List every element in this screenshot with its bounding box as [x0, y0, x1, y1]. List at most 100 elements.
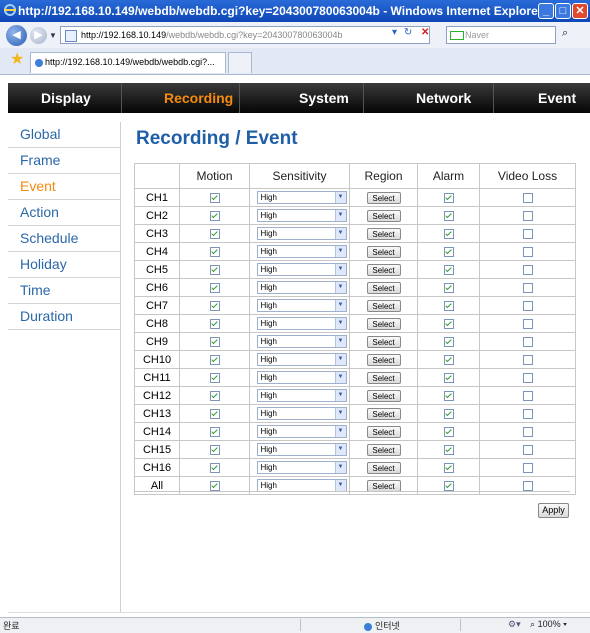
alarm-checkbox[interactable] [443, 282, 454, 293]
menu-system[interactable]: System [299, 83, 349, 113]
region-select-button[interactable]: Select [366, 191, 401, 204]
alarm-checkbox[interactable] [443, 444, 454, 455]
region-select-button[interactable]: Select [366, 479, 401, 492]
motion-checkbox[interactable] [209, 264, 220, 275]
apply-button[interactable]: Apply [538, 503, 569, 518]
sensitivity-select[interactable]: High ▼ [256, 461, 347, 474]
video-loss-checkbox[interactable] [522, 300, 533, 311]
sensitivity-select[interactable]: High ▼ [256, 443, 347, 456]
motion-checkbox[interactable] [209, 354, 220, 365]
menu-display[interactable]: Display [41, 83, 91, 113]
motion-checkbox[interactable] [209, 462, 220, 473]
sensitivity-select[interactable]: High ▼ [256, 191, 347, 204]
maximize-button[interactable]: □ [555, 3, 571, 19]
sidebar-item-duration[interactable]: Duration [8, 304, 120, 330]
motion-checkbox[interactable] [209, 318, 220, 329]
alarm-checkbox[interactable] [443, 246, 454, 257]
motion-checkbox[interactable] [209, 336, 220, 347]
video-loss-checkbox[interactable] [522, 354, 533, 365]
sensitivity-select[interactable]: High ▼ [256, 335, 347, 348]
motion-checkbox[interactable] [209, 192, 220, 203]
motion-checkbox[interactable] [209, 300, 220, 311]
region-select-button[interactable]: Select [366, 227, 401, 240]
sensitivity-select[interactable]: High ▼ [256, 371, 347, 384]
stop-icon[interactable]: ✕ [421, 27, 429, 38]
sidebar-item-time[interactable]: Time [8, 278, 120, 304]
sensitivity-select[interactable]: High ▼ [256, 227, 347, 240]
alarm-checkbox[interactable] [443, 210, 454, 221]
motion-checkbox[interactable] [209, 372, 220, 383]
sidebar-item-action[interactable]: Action [8, 200, 120, 226]
motion-checkbox[interactable] [209, 408, 220, 419]
sensitivity-select[interactable]: High ▼ [256, 245, 347, 258]
back-button[interactable]: ◀ [6, 25, 27, 46]
sensitivity-select[interactable]: High ▼ [256, 389, 347, 402]
alarm-checkbox[interactable] [443, 480, 454, 491]
sidebar-item-schedule[interactable]: Schedule [8, 226, 120, 252]
address-bar[interactable]: http://192.168.10.149/webdb/webdb.cgi?ke… [60, 26, 430, 44]
motion-checkbox[interactable] [209, 480, 220, 491]
region-select-button[interactable]: Select [366, 281, 401, 294]
video-loss-checkbox[interactable] [522, 318, 533, 329]
sensitivity-select[interactable]: High ▼ [256, 263, 347, 276]
alarm-checkbox[interactable] [443, 426, 454, 437]
region-select-button[interactable]: Select [366, 317, 401, 330]
sidebar-item-frame[interactable]: Frame [8, 148, 120, 174]
video-loss-checkbox[interactable] [522, 426, 533, 437]
history-dropdown-icon[interactable]: ▼ [49, 31, 57, 40]
alarm-checkbox[interactable] [443, 264, 454, 275]
sensitivity-select[interactable]: High ▼ [256, 407, 347, 420]
video-loss-checkbox[interactable] [522, 192, 533, 203]
alarm-checkbox[interactable] [443, 336, 454, 347]
region-select-button[interactable]: Select [366, 245, 401, 258]
motion-checkbox[interactable] [209, 246, 220, 257]
region-select-button[interactable]: Select [366, 443, 401, 456]
motion-checkbox[interactable] [209, 444, 220, 455]
motion-checkbox[interactable] [209, 228, 220, 239]
menu-event[interactable]: Event [538, 83, 576, 113]
video-loss-checkbox[interactable] [522, 282, 533, 293]
minimize-button[interactable]: _ [538, 3, 554, 19]
refresh-icon[interactable]: ↻ [404, 27, 412, 38]
alarm-checkbox[interactable] [443, 408, 454, 419]
favorites-star-icon[interactable]: ★ [10, 52, 24, 68]
region-select-button[interactable]: Select [366, 263, 401, 276]
motion-checkbox[interactable] [209, 282, 220, 293]
video-loss-checkbox[interactable] [522, 444, 533, 455]
sensitivity-select[interactable]: High ▼ [256, 299, 347, 312]
motion-checkbox[interactable] [209, 390, 220, 401]
video-loss-checkbox[interactable] [522, 462, 533, 473]
protected-mode-icon[interactable]: ⚙▾ [508, 619, 521, 630]
region-select-button[interactable]: Select [366, 407, 401, 420]
video-loss-checkbox[interactable] [522, 264, 533, 275]
region-select-button[interactable]: Select [366, 389, 401, 402]
alarm-checkbox[interactable] [443, 228, 454, 239]
zoom-level[interactable]: ⌕ 100% ▾ [530, 619, 567, 630]
alarm-checkbox[interactable] [443, 372, 454, 383]
sensitivity-select[interactable]: High ▼ [256, 353, 347, 366]
region-select-button[interactable]: Select [366, 299, 401, 312]
browser-tab[interactable]: http://192.168.10.149/webdb/webdb.cgi?..… [30, 52, 226, 73]
sidebar-item-global[interactable]: Global [8, 122, 120, 148]
new-tab-button[interactable] [228, 52, 252, 73]
sidebar-item-event[interactable]: Event [8, 174, 120, 200]
region-select-button[interactable]: Select [366, 209, 401, 222]
sensitivity-select[interactable]: High ▼ [256, 281, 347, 294]
video-loss-checkbox[interactable] [522, 246, 533, 257]
sensitivity-select[interactable]: High ▼ [256, 425, 347, 438]
video-loss-checkbox[interactable] [522, 210, 533, 221]
region-select-button[interactable]: Select [366, 353, 401, 366]
close-window-button[interactable]: ✕ [572, 3, 588, 19]
sensitivity-select[interactable]: High ▼ [256, 209, 347, 222]
sensitivity-select[interactable]: High ▼ [256, 317, 347, 330]
menu-recording[interactable]: Recording [164, 83, 233, 113]
menu-network[interactable]: Network [416, 83, 471, 113]
alarm-checkbox[interactable] [443, 300, 454, 311]
region-select-button[interactable]: Select [366, 425, 401, 438]
video-loss-checkbox[interactable] [522, 408, 533, 419]
video-loss-checkbox[interactable] [522, 228, 533, 239]
search-box[interactable]: Naver [446, 26, 556, 44]
alarm-checkbox[interactable] [443, 462, 454, 473]
alarm-checkbox[interactable] [443, 390, 454, 401]
motion-checkbox[interactable] [209, 210, 220, 221]
